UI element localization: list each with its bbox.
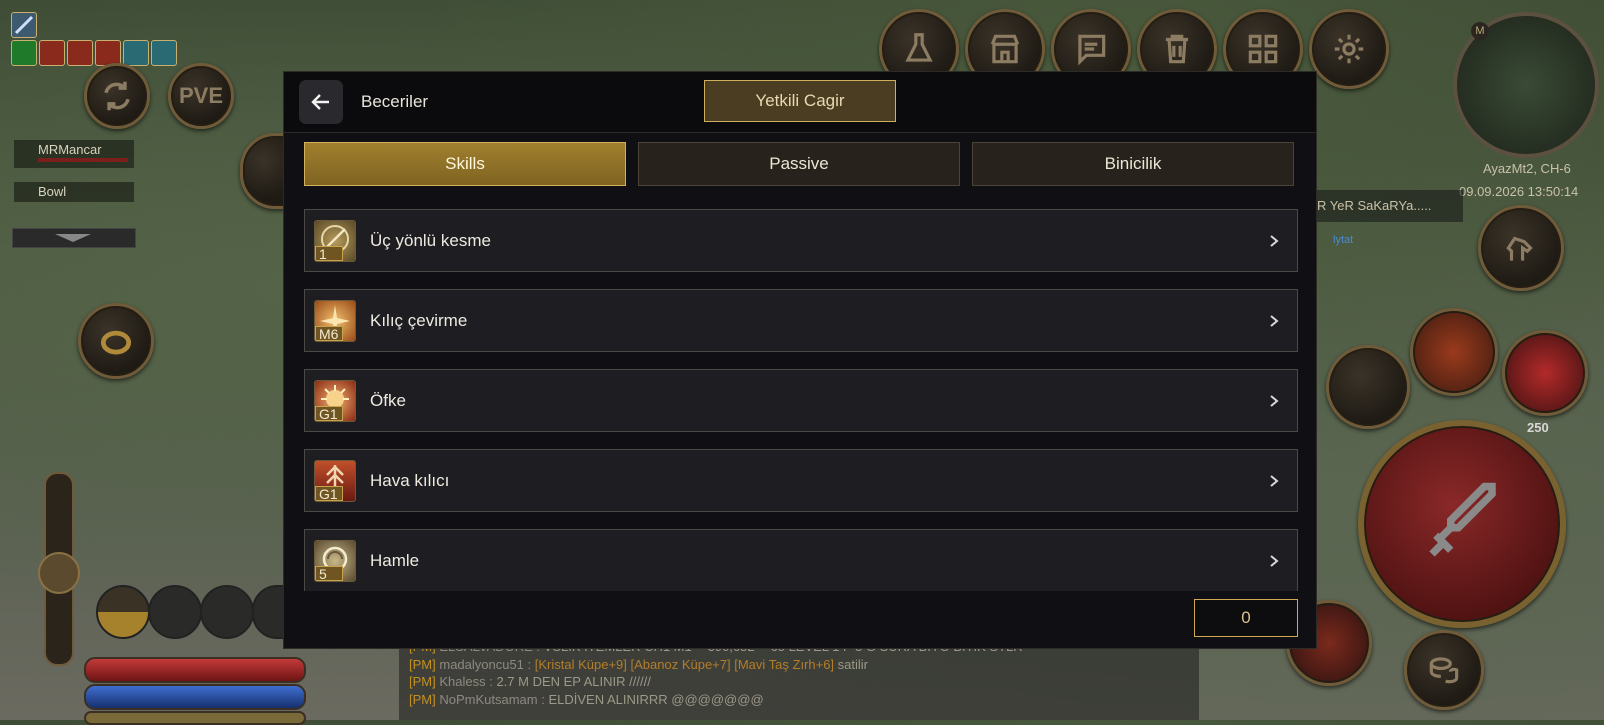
shop-icon	[990, 34, 1020, 64]
server-info: AyazMt2, CH-6	[1483, 161, 1571, 176]
horse-icon	[1506, 236, 1533, 261]
chat-log[interactable]: [PM] ELSALVADORE : VSLIK İTEMLER CH1 M1 …	[399, 638, 1199, 720]
coins-icon	[1429, 657, 1459, 684]
dash-icon: 5	[314, 539, 356, 582]
hp-potion-button[interactable]	[1502, 330, 1588, 416]
chevron-right-icon	[1270, 315, 1279, 327]
buff-icon-horse	[11, 40, 37, 66]
skill-quick-button-1[interactable]	[1326, 345, 1410, 429]
skill-points-counter: 0	[1194, 599, 1298, 637]
call-gm-button[interactable]: Yetkili Cagir	[704, 80, 896, 122]
tab-passive[interactable]: Passive	[638, 142, 960, 186]
refresh-icon	[104, 81, 130, 111]
gear-icon	[1334, 34, 1364, 64]
ring-icon	[100, 330, 132, 355]
stamina-bar	[84, 711, 306, 725]
panel-header: Beceriler Yetkili Cagir	[284, 72, 1316, 133]
party-member-name: MRMancar	[38, 142, 102, 157]
skills-panel: Beceriler Yetkili Cagir Skills Passive B…	[283, 71, 1317, 649]
panel-title: Beceriler	[361, 92, 429, 111]
hp-bar	[84, 657, 306, 683]
clock: 09.09.2026 13:50:14	[1459, 184, 1579, 199]
buff-icon-sun	[67, 40, 93, 66]
ring-slot-button[interactable]	[78, 303, 154, 379]
skill-row[interactable]: G1 Öfke	[304, 369, 1298, 432]
rage-icon: G1	[314, 379, 356, 422]
tab-skills[interactable]: Skills	[304, 142, 626, 186]
skill-row[interactable]: M6 Kılıç çevirme	[304, 289, 1298, 352]
chevron-right-icon	[1270, 475, 1279, 487]
sword-spin-icon: M6	[314, 299, 356, 342]
mp-bar	[84, 684, 306, 710]
ammo-count: 250	[1527, 420, 1549, 435]
party-member-1[interactable]: MRMancar	[14, 140, 134, 168]
chevron-down-icon	[55, 234, 91, 242]
pve-mode-button[interactable]: PVE	[168, 63, 234, 129]
minimap-marker-label: M	[1471, 22, 1489, 40]
quick-slot-3[interactable]	[200, 585, 254, 639]
chevron-right-icon	[1270, 555, 1279, 567]
skill-quick-button-2[interactable]	[1410, 308, 1498, 396]
mount-button[interactable]	[1478, 205, 1564, 291]
skill-row[interactable]: 5 Hamle	[304, 529, 1298, 591]
grid-icon	[1248, 34, 1278, 64]
skill-name: Hava kılıcı	[370, 470, 450, 490]
quick-slot-4[interactable]	[252, 585, 286, 639]
skill-name: Öfke	[370, 390, 406, 410]
minimap[interactable]: M	[1453, 12, 1599, 158]
skill-row[interactable]: G1 Hava kılıcı	[304, 449, 1298, 512]
potion-icon	[905, 33, 933, 62]
skill-list[interactable]: 1 Üç yönlü kesme M6 Kılıç çevirme G1 Öfk…	[304, 209, 1298, 591]
skill-level-badge: M6	[315, 325, 343, 341]
party-collapse-button[interactable]	[12, 228, 136, 248]
party-member-name: Bowl	[38, 184, 67, 199]
skill-name: Hamle	[370, 550, 420, 570]
tab-binicilik[interactable]: Binicilik	[972, 142, 1294, 186]
buff-icon-print	[123, 40, 149, 66]
skill-level-badge: G1	[315, 405, 343, 421]
settings-button[interactable]	[1309, 9, 1389, 89]
quick-slot-1[interactable]	[96, 585, 150, 639]
slider-knob[interactable]	[38, 552, 80, 594]
skill-name: Kılıç çevirme	[370, 310, 468, 330]
camera-zoom-slider[interactable]	[38, 472, 80, 666]
chat-icon	[1078, 34, 1106, 66]
chat-line: [PM] madalyoncu51 : [Kristal Küpe+9] [Ab…	[409, 656, 868, 672]
chevron-right-icon	[1270, 235, 1279, 247]
quick-slot-2[interactable]	[148, 585, 202, 639]
active-skill-slot[interactable]	[11, 12, 37, 38]
arrow-left-icon	[311, 94, 329, 110]
skill-level-badge: G1	[315, 485, 343, 501]
skill-level-badge: 1	[315, 245, 343, 261]
party-member-2[interactable]: Bowl	[14, 182, 134, 202]
skill-level-badge: 5	[315, 565, 343, 581]
chat-line: [PM] Khaless : 2.7 M DEN EP ALINIR /////…	[409, 674, 651, 689]
chat-line: [PM] NoPmKutsamam : ELDİVEN ALINIRRR @@@…	[409, 691, 764, 707]
buff-icon-shoe	[151, 40, 177, 66]
pve-label: PVE	[178, 83, 224, 108]
shout-banner: R YeR SaKaRYa.....	[1315, 190, 1463, 222]
skill-name: Üç yönlü kesme	[370, 230, 491, 250]
triple-slash-icon: 1	[314, 219, 356, 262]
attack-button[interactable]	[1358, 420, 1566, 628]
trash-icon	[1165, 34, 1189, 64]
back-button[interactable]	[299, 80, 343, 124]
coins-button[interactable]	[1404, 630, 1484, 710]
buff-icon-trophy	[39, 40, 65, 66]
chevron-right-icon	[1270, 395, 1279, 407]
npc-label: lytat	[1333, 234, 1354, 246]
air-sword-icon: G1	[314, 459, 356, 502]
switch-channel-button[interactable]	[84, 63, 150, 129]
shout-text: R YeR SaKaRYa.....	[1317, 198, 1432, 213]
skill-row[interactable]: 1 Üç yönlü kesme	[304, 209, 1298, 272]
sword-icon	[1429, 482, 1496, 557]
